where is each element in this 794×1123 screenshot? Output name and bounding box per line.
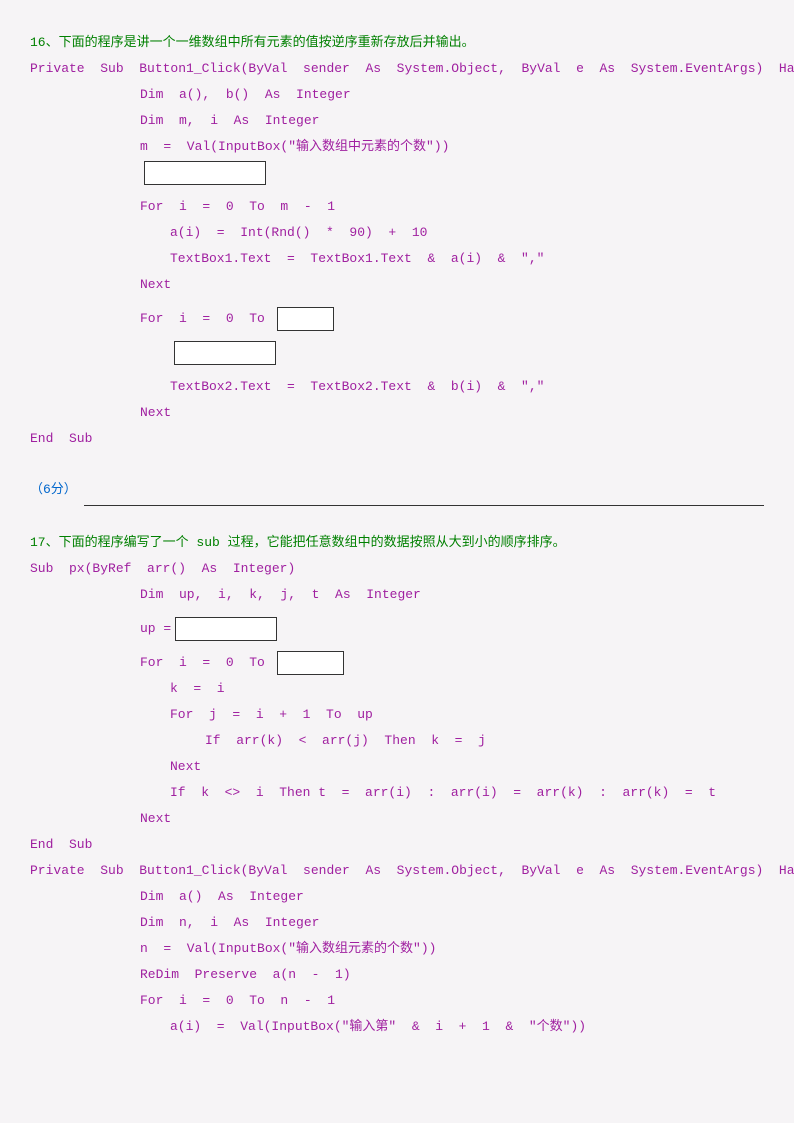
q17-code-line: If arr(k) < arr(j) Then k = j — [30, 728, 764, 754]
q16-code-line: For i = 0 To m - 1 — [30, 194, 764, 220]
blank-input[interactable] — [175, 617, 277, 641]
q17-code-line: Sub px(ByRef arr() As Integer) — [30, 556, 764, 582]
q17-code-line: Dim n, i As Integer — [30, 910, 764, 936]
q17-code-line: Next — [30, 754, 764, 780]
q16-code-line: End Sub — [30, 426, 764, 452]
q16-code-line: Next — [30, 272, 764, 298]
divider — [84, 505, 764, 506]
q17-code-line: For i = 0 To n - 1 — [30, 988, 764, 1014]
q16-code-line: Dim m, i As Integer — [30, 108, 764, 134]
code-text: For i = 0 To — [140, 655, 273, 670]
q17-code-line: Dim up, i, k, j, t As Integer — [30, 582, 764, 608]
q16-code-line: For i = 0 To — [30, 306, 764, 332]
blank-input[interactable] — [277, 651, 344, 675]
q16-blank-line — [30, 340, 764, 366]
code-text: For i = 0 To — [140, 311, 273, 326]
q17-code-line: up = — [30, 616, 764, 642]
blank-input[interactable] — [144, 161, 266, 185]
q17-code-line: k = i — [30, 676, 764, 702]
q16-code-line: Private Sub Button1_Click(ByVal sender A… — [30, 56, 764, 82]
q16-code-line: TextBox1.Text = TextBox1.Text & a(i) & "… — [30, 246, 764, 272]
blank-input[interactable] — [174, 341, 276, 365]
q16-points: （6分） — [30, 478, 764, 497]
q17-code-line: For i = 0 To — [30, 650, 764, 676]
q16-blank-line — [30, 160, 764, 186]
q17-code-line: Dim a() As Integer — [30, 884, 764, 910]
q16-title: 16、下面的程序是讲一个一维数组中所有元素的值按逆序重新存放后并输出。 — [30, 30, 764, 56]
q17-code-line: Next — [30, 806, 764, 832]
q16-code-line: a(i) = Int(Rnd() * 90) + 10 — [30, 220, 764, 246]
q16-code-line: m = Val(InputBox("输入数组中元素的个数")) — [30, 134, 764, 160]
q17-code-line: a(i) = Val(InputBox("输入第" & i + 1 & "个数"… — [30, 1014, 764, 1040]
blank-input[interactable] — [277, 307, 334, 331]
q17-code-line: Private Sub Button1_Click(ByVal sender A… — [30, 858, 764, 884]
q17-code-line: For j = i + 1 To up — [30, 702, 764, 728]
code-text: up = — [140, 621, 171, 636]
q17-title: 17、下面的程序编写了一个 sub 过程，它能把任意数组中的数据按照从大到小的顺… — [30, 530, 764, 556]
q17-code-line: If k <> i Then t = arr(i) : arr(i) = arr… — [30, 780, 764, 806]
q17-code-line: ReDim Preserve a(n - 1) — [30, 962, 764, 988]
q16-code-line: Dim a(), b() As Integer — [30, 82, 764, 108]
q17-code-line: n = Val(InputBox("输入数组元素的个数")) — [30, 936, 764, 962]
q16-code-line: Next — [30, 400, 764, 426]
q17-code-line: End Sub — [30, 832, 764, 858]
q16-code-line: TextBox2.Text = TextBox2.Text & b(i) & "… — [30, 374, 764, 400]
